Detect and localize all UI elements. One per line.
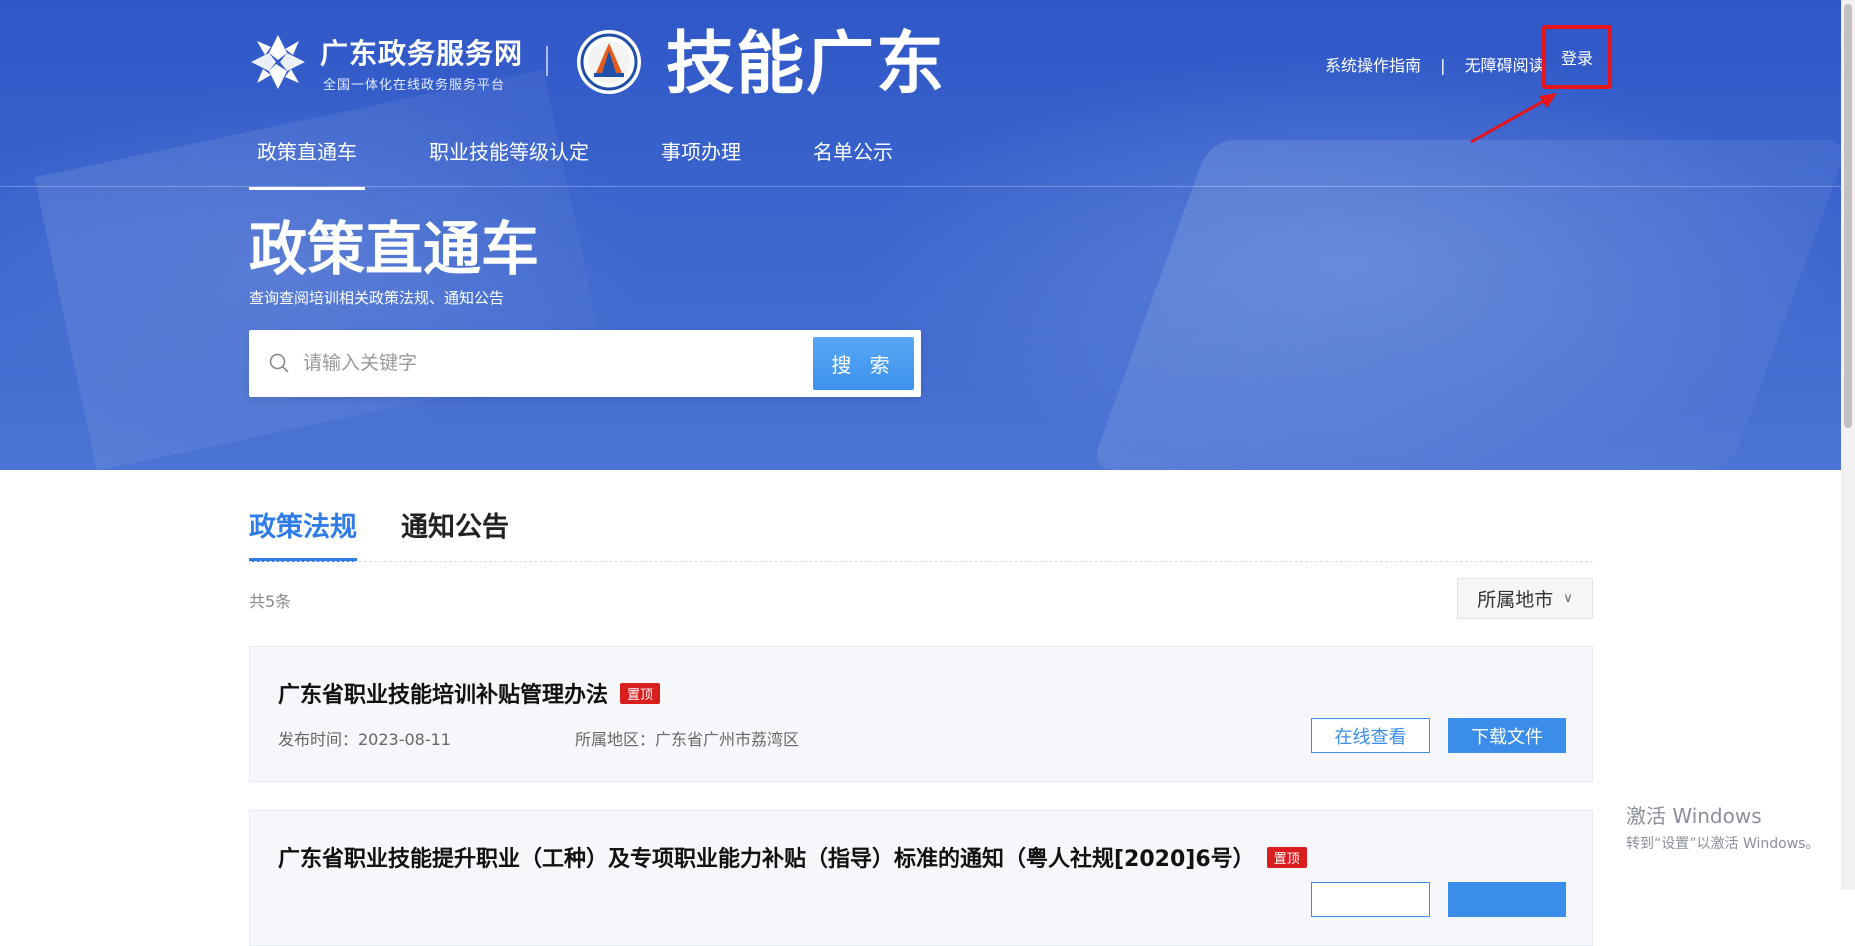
nav-item-skill-certification[interactable]: 职业技能等级认定	[421, 140, 597, 188]
list-item: 广东省职业技能培训补贴管理办法 置顶 发布时间：2023-08-11 所属地区：广…	[249, 646, 1593, 782]
portal-name: 广东政务服务网	[320, 37, 524, 70]
emblem-icon	[577, 30, 641, 94]
portal-tagline: 全国一体化在线政务服务平台	[323, 78, 506, 93]
view-online-button[interactable]: 在线查看	[1311, 718, 1430, 753]
policy-title[interactable]: 广东省职业技能提升职业（工种）及专项职业能力补贴（指导）标准的通知（粤人社规[2…	[278, 841, 1307, 873]
login-button[interactable]: 登录	[1542, 25, 1612, 89]
pinned-badge: 置顶	[620, 683, 661, 704]
pinned-badge: 置顶	[1266, 847, 1307, 868]
hero-subtitle: 查询查阅培训相关政策法规、通知公告	[249, 289, 505, 307]
watermark-line-2: 转到“设置”以激活 Windows。	[1626, 836, 1820, 852]
policy-title-text: 广东省职业技能提升职业（工种）及专项职业能力补贴（指导）标准的通知（粤人社规[2…	[278, 847, 1255, 872]
annotation-arrow-icon	[1470, 93, 1557, 144]
publish-time: 发布时间：2023-08-11	[278, 730, 451, 749]
search-box: 搜 索	[249, 330, 921, 397]
list-item: 广东省职业技能提升职业（工种）及专项职业能力补贴（指导）标准的通知（粤人社规[2…	[249, 810, 1593, 946]
logo-divider	[546, 46, 548, 76]
search-input[interactable]	[301, 344, 841, 382]
region-filter-label: 所属地市	[1477, 589, 1554, 611]
top-links: 系统操作指南 | 无障碍阅读	[1325, 52, 1545, 76]
watermark-line-1: 激活 Windows	[1626, 804, 1762, 828]
region-filter-dropdown[interactable]: 所属地市 ∨	[1457, 578, 1593, 619]
link-separator: |	[1440, 56, 1446, 75]
tab-policies[interactable]: 政策法规	[249, 505, 357, 562]
guide-link[interactable]: 系统操作指南	[1325, 52, 1421, 76]
hero-background-decoration	[1089, 140, 1841, 470]
chevron-down-icon: ∨	[1563, 591, 1573, 606]
portal-logo-icon	[251, 35, 305, 89]
main-nav: 政策直通车 职业技能等级认定 事项办理 名单公示	[249, 140, 957, 190]
region-text: 所属地区：广东省广州市荔湾区	[575, 730, 800, 749]
accessibility-link[interactable]: 无障碍阅读	[1465, 52, 1545, 76]
total-count: 共5条	[249, 592, 292, 611]
search-icon	[269, 353, 289, 373]
nav-item-public-list[interactable]: 名单公示	[805, 140, 901, 188]
nav-item-policy[interactable]: 政策直通车	[249, 140, 365, 190]
page-scrollbar[interactable]	[1841, 0, 1855, 890]
scrollbar-thumb[interactable]	[1844, 4, 1852, 428]
hero-title: 政策直通车	[249, 215, 540, 283]
nav-item-services[interactable]: 事项办理	[653, 140, 749, 188]
login-label: 登录	[1560, 49, 1593, 68]
tab-notices[interactable]: 通知公告	[401, 505, 509, 562]
search-button[interactable]: 搜 索	[813, 337, 914, 390]
windows-activation-watermark: 激活 Windows 转到“设置”以激活 Windows。	[1626, 800, 1819, 853]
tabs-divider	[249, 561, 1593, 562]
hero-banner: 广东政务服务网 全国一体化在线政务服务平台 技能广东 系统操作指南 | 无障碍阅…	[0, 0, 1841, 470]
download-file-button[interactable]	[1448, 882, 1566, 917]
nav-divider	[0, 186, 1841, 187]
site-title: 技能广东	[666, 25, 947, 104]
view-online-button[interactable]	[1311, 882, 1430, 917]
content-tabs: 政策法规 通知公告	[249, 505, 553, 562]
policy-title-text: 广东省职业技能培训补贴管理办法	[278, 683, 609, 708]
download-file-button[interactable]: 下载文件	[1448, 718, 1566, 753]
policy-title[interactable]: 广东省职业技能培训补贴管理办法 置顶	[278, 677, 661, 709]
